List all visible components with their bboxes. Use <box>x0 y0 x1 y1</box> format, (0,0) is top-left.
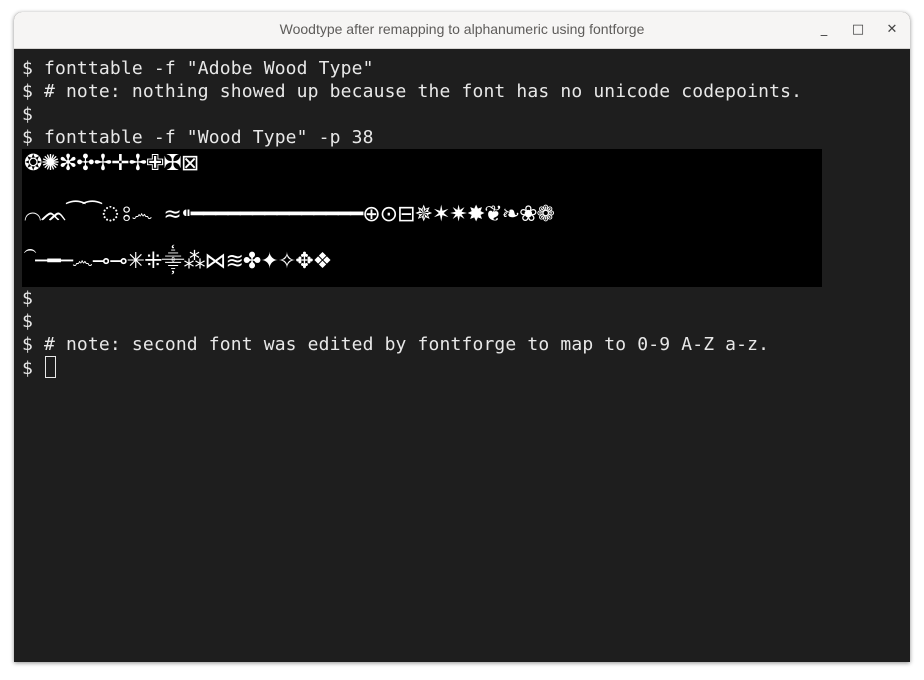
terminal-line: $ fonttable -f "Adobe Wood Type" <box>22 58 374 79</box>
maximize-button[interactable]: □ <box>848 20 868 40</box>
terminal-line: $ <box>22 288 33 309</box>
title-bar[interactable]: Woodtype after remapping to alphanumeric… <box>14 12 910 49</box>
prompt-line[interactable]: $ <box>22 356 56 379</box>
minimize-button[interactable]: _ <box>814 20 834 40</box>
terminal-line: $ <box>22 104 33 125</box>
terminal-line: $ # note: second font was edited by font… <box>22 334 770 355</box>
terminal-line: $ # note: nothing showed up because the … <box>22 81 803 102</box>
glyph-row: ⏜─━─෴⊸⊸✳⁜⸎⁂⋈≋✤✦✧✥❖ <box>24 249 332 274</box>
close-button[interactable]: ✕ <box>882 20 902 40</box>
font-glyph-table: ❂✺✻✣✢✛✢✙✠⊠ ⌒ᨏ⁀⁀ঃ෴ ≈⁌━━━━━━━━━━━━━━⊕⊙⊟✵✶✷… <box>22 149 822 287</box>
window-title: Woodtype after remapping to alphanumeric… <box>279 21 645 37</box>
prompt: $ <box>22 358 44 379</box>
terminal-window: Woodtype after remapping to alphanumeric… <box>14 12 910 662</box>
text-cursor <box>44 356 56 378</box>
terminal-line: $ fonttable -f "Wood Type" -p 38 <box>22 127 374 148</box>
terminal-line: $ <box>22 311 33 332</box>
terminal-output[interactable]: $ fonttable -f "Adobe Wood Type" $ # not… <box>22 57 902 655</box>
glyph-row: ⌒ᨏ⁀⁀ঃ෴ ≈⁌━━━━━━━━━━━━━━⊕⊙⊟✵✶✷✸❦❧❀❁ <box>24 202 555 227</box>
glyph-row: ❂✺✻✣✢✛✢✙✠⊠ <box>24 151 199 176</box>
